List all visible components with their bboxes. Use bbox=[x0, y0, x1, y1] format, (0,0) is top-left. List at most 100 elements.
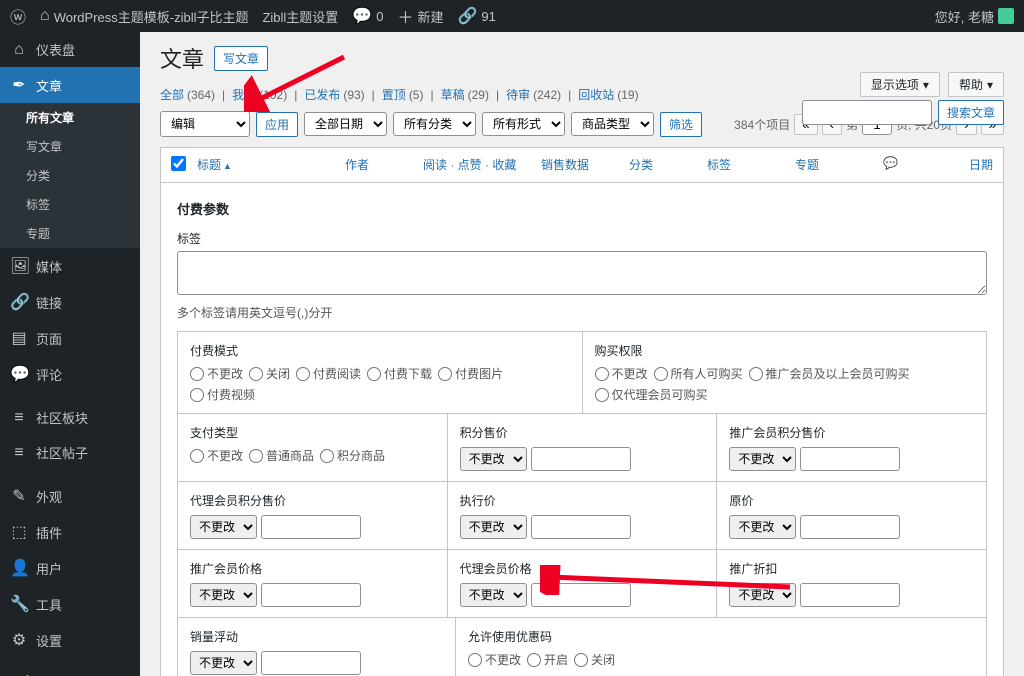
col-author[interactable]: 作者 bbox=[345, 156, 405, 174]
promo-price-input[interactable] bbox=[261, 583, 361, 607]
promo-points-input[interactable] bbox=[800, 447, 900, 471]
promo-discount-select[interactable]: 不更改 bbox=[729, 583, 796, 607]
sales-float-select[interactable]: 不更改 bbox=[190, 651, 257, 675]
filter-trash[interactable]: 回收站 bbox=[578, 86, 614, 103]
media-icon: 🖼 bbox=[10, 256, 28, 276]
agent-points-select[interactable]: 不更改 bbox=[190, 515, 257, 539]
coupon-options[interactable]: 不更改 开启 关闭 bbox=[468, 651, 974, 668]
search-posts-button[interactable]: 搜索文章 bbox=[938, 100, 1004, 125]
col-reads[interactable]: 阅读 · 点赞 · 收藏 bbox=[423, 156, 523, 174]
pay-mode-options[interactable]: 不更改 关闭 付费阅读 付费下载 付费图片 付费视频 bbox=[190, 365, 570, 403]
settings-icon: ⚙ bbox=[10, 630, 28, 650]
exec-price-select[interactable]: 不更改 bbox=[460, 515, 527, 539]
boards-icon: ≡ bbox=[10, 409, 28, 427]
sidebar-item-plugins[interactable]: ⬚插件 bbox=[0, 514, 140, 550]
promo-points-select[interactable]: 不更改 bbox=[729, 447, 796, 471]
help-button[interactable]: 帮助 ▾ bbox=[948, 72, 1004, 97]
field-pay-mode: 付费模式 不更改 关闭 付费阅读 付费下载 付费图片 付费视频 bbox=[178, 332, 583, 413]
screen-options-button[interactable]: 显示选项 ▾ bbox=[860, 72, 940, 97]
filter-pending[interactable]: 待审 bbox=[506, 86, 530, 103]
bulk-action-select[interactable]: 编辑 bbox=[160, 111, 250, 137]
field-sales-float: 销量浮动 不更改 bbox=[178, 618, 456, 676]
col-tag[interactable]: 标签 bbox=[707, 156, 777, 174]
wp-logo[interactable]: ⓦ bbox=[10, 4, 26, 28]
filter-mine[interactable]: 我的 bbox=[232, 86, 256, 103]
promo-price-select[interactable]: 不更改 bbox=[190, 583, 257, 607]
sidebar-item-media[interactable]: 🖼媒体 bbox=[0, 248, 140, 284]
sidebar-item-comments[interactable]: 💬评论 bbox=[0, 356, 140, 392]
apply-bulk-button[interactable]: 应用 bbox=[256, 112, 298, 137]
theme-settings-link[interactable]: Zibll主题设置 bbox=[262, 7, 338, 26]
filter-date-select[interactable]: 全部日期 bbox=[304, 112, 387, 136]
filter-published[interactable]: 已发布 bbox=[304, 86, 340, 103]
exec-price-input[interactable] bbox=[531, 515, 631, 539]
links-count[interactable]: 🔗91 bbox=[458, 6, 496, 26]
sidebar-item-threads[interactable]: ≡社区帖子 bbox=[0, 435, 140, 470]
select-all-checkbox[interactable] bbox=[171, 156, 186, 171]
field-agent-points-price: 代理会员积分售价 不更改 bbox=[178, 482, 448, 549]
sidebar-item-pages[interactable]: ▤页面 bbox=[0, 320, 140, 356]
sidebar-item-appearance[interactable]: ✎外观 bbox=[0, 478, 140, 514]
points-price-input[interactable] bbox=[531, 447, 631, 471]
agent-points-input[interactable] bbox=[261, 515, 361, 539]
sidebar-item-users[interactable]: 👤用户 bbox=[0, 550, 140, 586]
col-date[interactable]: 日期 bbox=[969, 156, 993, 174]
field-coupon: 允许使用优惠码 不更改 开启 关闭 bbox=[456, 618, 986, 676]
threads-icon: ≡ bbox=[10, 444, 28, 462]
sidebar-item-boards[interactable]: ≡社区板块 bbox=[0, 400, 140, 435]
sidebar-item-posts[interactable]: ✒文章 bbox=[0, 67, 140, 103]
agent-price-select[interactable]: 不更改 bbox=[460, 583, 527, 607]
admin-toolbar: ⓦ ⌂WordPress主题模板-zibll子比主题 Zibll主题设置 💬0 … bbox=[0, 0, 1024, 32]
site-name-link[interactable]: ⌂WordPress主题模板-zibll子比主题 bbox=[40, 7, 248, 26]
tags-label: 标签 bbox=[177, 230, 987, 247]
bulk-edit-panel: 付费参数 标签 多个标签请用英文逗号(,)分开 付费模式 不更改 关闭 付费阅读… bbox=[161, 183, 1003, 676]
orig-price-select[interactable]: 不更改 bbox=[729, 515, 796, 539]
admin-sidebar: ⌂仪表盘 ✒文章 所有文章 写文章 分类 标签 专题 🖼媒体 🔗链接 ▤页面 💬… bbox=[0, 32, 140, 676]
sidebar-item-settings[interactable]: ⚙设置 bbox=[0, 622, 140, 658]
search-posts-input[interactable] bbox=[802, 100, 932, 125]
filter-format-select[interactable]: 所有形式 bbox=[482, 112, 565, 136]
col-sales[interactable]: 销售数据 bbox=[541, 156, 611, 174]
posts-table: 标题 作者 阅读 · 点赞 · 收藏 销售数据 分类 标签 专题 💬 日期 付费… bbox=[160, 147, 1004, 676]
col-title[interactable]: 标题 bbox=[197, 156, 327, 174]
sidebar-sub-topics[interactable]: 专题 bbox=[0, 219, 140, 248]
sidebar-item-dashboard[interactable]: ⌂仪表盘 bbox=[0, 32, 140, 67]
users-icon: 👤 bbox=[10, 558, 28, 578]
comment-icon: 💬 bbox=[883, 156, 898, 170]
sidebar-sub-new-post[interactable]: 写文章 bbox=[0, 132, 140, 161]
filter-all[interactable]: 全部 bbox=[160, 86, 184, 103]
sidebar-sub-all-posts[interactable]: 所有文章 bbox=[0, 103, 140, 132]
agent-price-input[interactable] bbox=[531, 583, 631, 607]
filter-sticky[interactable]: 置顶 bbox=[382, 86, 406, 103]
filter-category-select[interactable]: 所有分类 bbox=[393, 112, 476, 136]
main-content: 显示选项 ▾ 帮助 ▾ 文章 写文章 搜索文章 全部(364)| 我的(102)… bbox=[140, 32, 1024, 676]
field-exec-price: 执行价 不更改 bbox=[448, 482, 718, 549]
posts-icon: ✒ bbox=[10, 75, 28, 95]
sidebar-item-links[interactable]: 🔗链接 bbox=[0, 284, 140, 320]
points-price-select[interactable]: 不更改 bbox=[460, 447, 527, 471]
pay-type-options[interactable]: 不更改 普通商品 积分商品 bbox=[190, 447, 435, 464]
sales-float-input[interactable] bbox=[261, 651, 361, 675]
tags-input[interactable] bbox=[177, 251, 987, 295]
comments-link[interactable]: 💬0 bbox=[352, 6, 383, 26]
col-category[interactable]: 分类 bbox=[629, 156, 689, 174]
sidebar-submenu-posts: 所有文章 写文章 分类 标签 专题 bbox=[0, 103, 140, 248]
filter-draft[interactable]: 草稿 bbox=[441, 86, 465, 103]
sidebar-item-zibll-shop[interactable]: 🛒Zibll商城 bbox=[0, 666, 140, 676]
promo-discount-input[interactable] bbox=[800, 583, 900, 607]
new-content-link[interactable]: ＋新建 bbox=[397, 4, 443, 28]
plugins-icon: ⬚ bbox=[10, 522, 28, 542]
col-topic[interactable]: 专题 bbox=[795, 156, 865, 174]
filter-button[interactable]: 筛选 bbox=[660, 112, 702, 137]
sidebar-sub-categories[interactable]: 分类 bbox=[0, 161, 140, 190]
sidebar-sub-tags[interactable]: 标签 bbox=[0, 190, 140, 219]
add-new-button[interactable]: 写文章 bbox=[214, 46, 268, 71]
orig-price-input[interactable] bbox=[800, 515, 900, 539]
col-comments[interactable]: 💬 bbox=[883, 156, 923, 174]
comments-icon: 💬 bbox=[10, 364, 28, 384]
purchase-perm-options[interactable]: 不更改 所有人可购买 推广会员及以上会员可购买 仅代理会员可购买 bbox=[595, 365, 975, 403]
filter-product-type-select[interactable]: 商品类型 bbox=[571, 112, 654, 136]
sidebar-item-tools[interactable]: 🔧工具 bbox=[0, 586, 140, 622]
links-icon: 🔗 bbox=[10, 292, 28, 312]
user-greeting[interactable]: 您好, 老糖 bbox=[935, 7, 1014, 26]
